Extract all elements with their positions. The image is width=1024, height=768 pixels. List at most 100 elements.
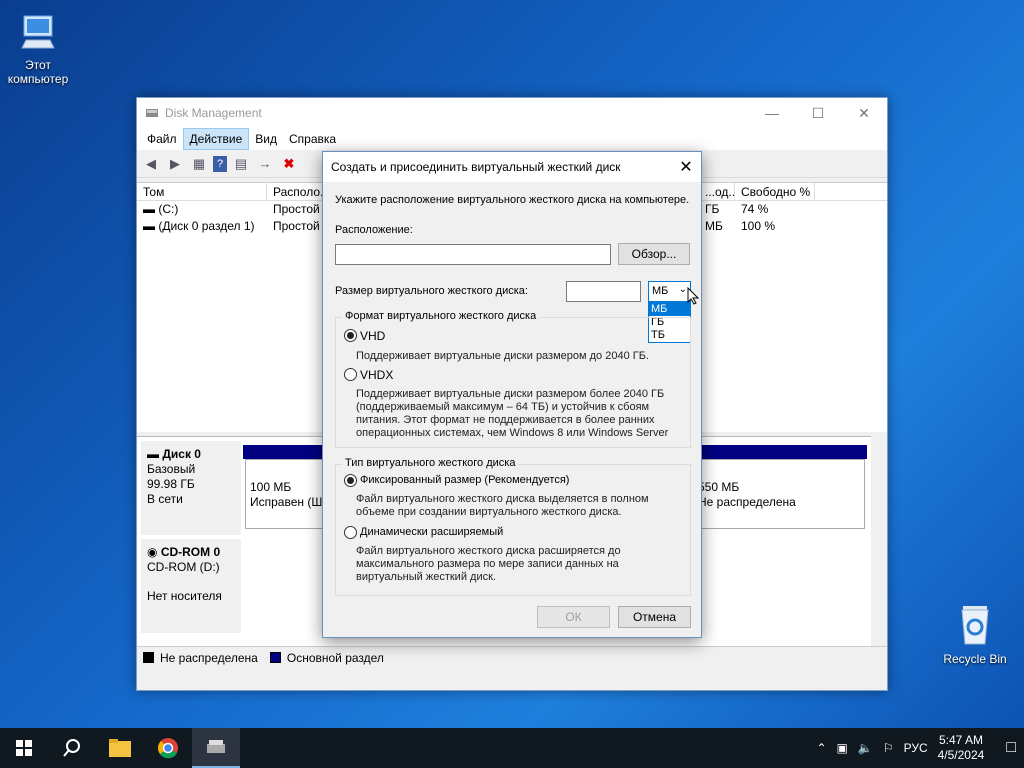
- taskbar-disk-management[interactable]: [192, 728, 240, 768]
- taskbar-file-explorer[interactable]: [96, 728, 144, 768]
- desktop-icon-label: Этот компьютер: [7, 58, 69, 86]
- dynamic-radio[interactable]: [344, 526, 357, 539]
- folder-icon: [109, 739, 131, 757]
- menubar: Файл Действие Вид Справка: [137, 128, 887, 150]
- disk-map-scrollbar[interactable]: [871, 436, 887, 648]
- dialog-close-button[interactable]: ✕: [671, 157, 701, 177]
- create-vhd-dialog: Создать и присоединить виртуальный жестк…: [322, 151, 702, 638]
- partition-size: 100 МБ: [250, 480, 292, 494]
- clock-time: 5:47 AM: [938, 733, 983, 747]
- unit-option-mb[interactable]: МБ: [649, 303, 690, 316]
- legend-primary: Основной раздел: [286, 650, 384, 665]
- column-header-layout[interactable]: Располо...: [267, 183, 323, 200]
- cdrom-icon: ◉: [147, 545, 161, 559]
- menu-file[interactable]: Файл: [141, 129, 183, 149]
- help-icon[interactable]: ?: [213, 155, 227, 172]
- disk0-name: Диск 0: [162, 447, 201, 461]
- column-header-free[interactable]: ...од...: [699, 183, 735, 200]
- computer-icon: [21, 15, 55, 49]
- cancel-button[interactable]: Отмена: [618, 606, 691, 628]
- vhd-label[interactable]: VHD: [360, 329, 385, 343]
- drive-icon: ▬: [143, 219, 159, 233]
- volume-free: МБ: [705, 219, 723, 233]
- notification-flag-icon[interactable]: ⚐: [883, 741, 894, 755]
- volume-name: (C:): [158, 202, 179, 216]
- chevron-down-icon: ⌄: [678, 284, 687, 295]
- clock[interactable]: 5:47 AM 4/5/2024: [938, 733, 985, 763]
- back-arrow-icon[interactable]: ◀: [141, 154, 161, 174]
- disk0-status: В сети: [147, 492, 183, 506]
- volume-name: (Диск 0 раздел 1): [158, 219, 255, 233]
- vhdx-description-line: операционных системах, чем Windows 8 или…: [356, 427, 669, 439]
- partition-status: Не распределена: [698, 495, 796, 509]
- minimize-button[interactable]: —: [749, 98, 795, 128]
- vhdx-description-line: Поддерживает виртуальные диски размером …: [356, 388, 665, 400]
- forward-arrow-icon[interactable]: ▶: [165, 154, 185, 174]
- desktop-icon-recycle-bin[interactable]: Recycle Bin: [937, 600, 1013, 666]
- dialog-titlebar[interactable]: Создать и присоединить виртуальный жестк…: [323, 152, 701, 182]
- dynamic-description-line: максимального размера по мере записи дан…: [356, 558, 619, 570]
- cdrom-name: CD-ROM 0: [160, 545, 221, 559]
- vhdx-radio[interactable]: [344, 368, 357, 381]
- fixed-size-description-line: Файл виртуального жесткого диска выделяе…: [356, 493, 649, 505]
- network-icon[interactable]: ▣: [837, 741, 848, 755]
- size-input[interactable]: [566, 281, 641, 302]
- window-titlebar[interactable]: Disk Management — ☐ ✕: [137, 98, 887, 128]
- location-input[interactable]: [335, 244, 611, 265]
- partition-status: Исправен (Ш: [250, 495, 323, 509]
- start-button[interactable]: [0, 728, 48, 768]
- vhd-description: Поддерживает виртуальные диски размером …: [356, 350, 649, 362]
- close-button[interactable]: ✕: [841, 98, 887, 128]
- windows-logo-icon: [16, 740, 32, 756]
- cdrom-drive: CD-ROM (D:): [147, 560, 220, 574]
- column-header-free-percent[interactable]: Свободно %: [735, 183, 815, 200]
- volume-layout: Простой: [273, 202, 320, 216]
- window-title: Disk Management: [165, 106, 262, 120]
- dynamic-label[interactable]: Динамически расширяемый: [360, 526, 503, 538]
- type-group: Тип виртуального жесткого диска Фиксиров…: [335, 457, 691, 596]
- partition-size: 550 МБ: [698, 480, 740, 494]
- legend-unallocated: Не распределена: [160, 650, 258, 665]
- disk0-label[interactable]: ▬ Диск 0 Базовый 99.98 ГБ В сети: [141, 441, 241, 535]
- taskbar: ⌃ ▣ 🔈 ⚐ РУС 5:47 AM 4/5/2024 □: [0, 728, 1024, 768]
- language-indicator[interactable]: РУС: [904, 741, 928, 755]
- partition-unallocated[interactable]: 550 МБ Не распределена: [698, 480, 796, 510]
- menu-action[interactable]: Действие: [182, 128, 250, 150]
- search-icon: [63, 739, 80, 757]
- partition-system[interactable]: 100 МБ Исправен (Ш: [250, 480, 322, 510]
- fixed-size-label[interactable]: Фиксированный размер (Рекомендуется): [360, 474, 569, 486]
- location-label: Расположение:: [335, 224, 413, 236]
- type-group-title: Тип виртуального жесткого диска: [342, 457, 519, 469]
- cdrom-label[interactable]: ◉ CD-ROM 0 CD-ROM (D:) Нет носителя: [141, 539, 241, 633]
- connect-icon[interactable]: →: [255, 154, 275, 174]
- action-center-icon[interactable]: □: [1006, 739, 1016, 757]
- search-button[interactable]: [48, 728, 96, 768]
- dialog-title: Создать и присоединить виртуальный жестк…: [331, 160, 621, 174]
- unit-selected: МБ: [652, 285, 669, 297]
- browse-button[interactable]: Обзор...: [618, 243, 690, 265]
- list-view-icon[interactable]: ▤: [231, 154, 251, 174]
- taskbar-chrome[interactable]: [144, 728, 192, 768]
- desktop-icon-this-pc[interactable]: Этот компьютер: [0, 10, 76, 86]
- recycle-bin-icon: [961, 606, 989, 645]
- vhd-radio[interactable]: [344, 329, 357, 342]
- format-group-title: Формат виртуального жесткого диска: [342, 310, 540, 322]
- menu-help[interactable]: Справка: [283, 129, 342, 149]
- clock-date: 4/5/2024: [937, 748, 985, 762]
- vhdx-label[interactable]: VHDX: [360, 368, 393, 382]
- delete-icon[interactable]: ✖: [279, 154, 299, 174]
- system-tray: ⌃ ▣ 🔈 ⚐ РУС 5:47 AM 4/5/2024 □: [816, 733, 1024, 763]
- volume-free-percent: 74 %: [741, 202, 769, 216]
- menu-view[interactable]: Вид: [249, 129, 283, 149]
- disk0-type: Базовый: [147, 462, 196, 476]
- unit-select[interactable]: МБ ⌄: [648, 281, 691, 302]
- fixed-size-radio[interactable]: [344, 474, 357, 487]
- volume-muted-icon[interactable]: 🔈: [858, 741, 873, 755]
- size-label: Размер виртуального жесткого диска:: [335, 285, 528, 297]
- maximize-button[interactable]: ☐: [795, 98, 841, 128]
- volume-free: ГБ: [705, 202, 720, 216]
- chevron-up-icon[interactable]: ⌃: [816, 741, 826, 755]
- ok-button[interactable]: ОК: [537, 606, 610, 628]
- properties-icon[interactable]: ▦: [189, 154, 209, 174]
- column-header-volume[interactable]: Том: [137, 183, 267, 200]
